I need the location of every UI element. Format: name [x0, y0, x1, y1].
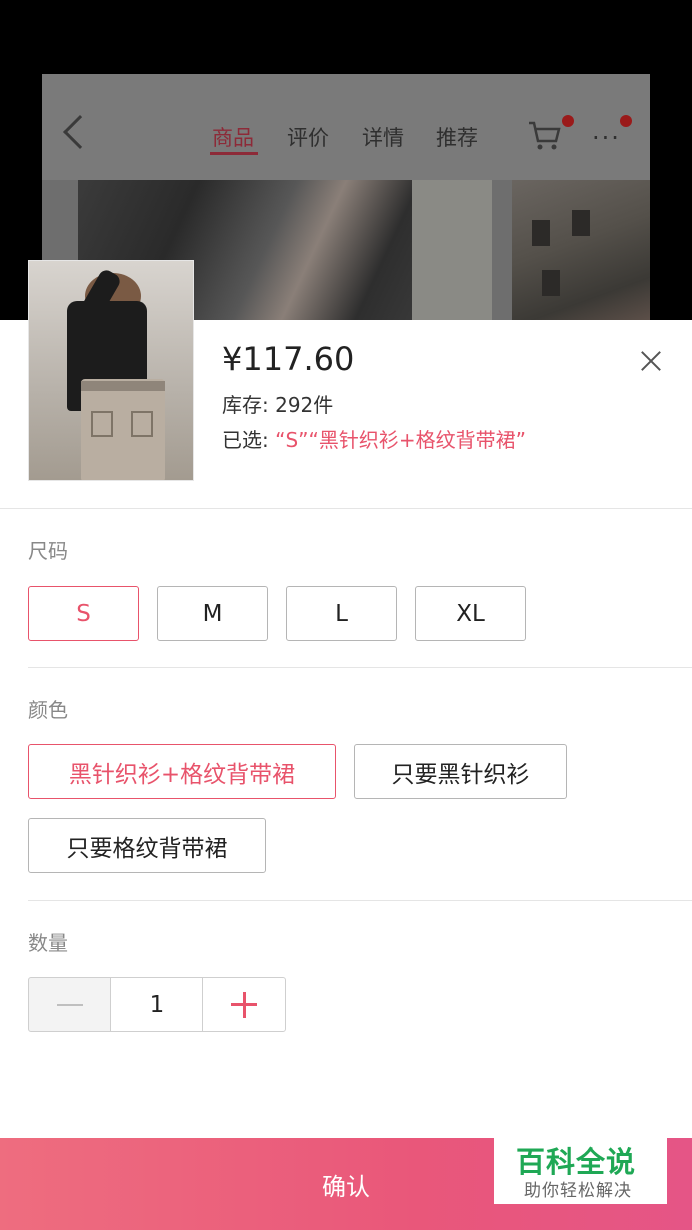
- photo-window: [532, 220, 550, 246]
- color-option-set[interactable]: 黑针织衫+格纹背带裙: [28, 744, 336, 799]
- color-label: 颜色: [28, 698, 68, 722]
- quantity-label: 数量: [28, 931, 68, 955]
- quantity-value[interactable]: 1: [111, 977, 203, 1032]
- close-icon[interactable]: [636, 346, 666, 376]
- photo-window: [542, 270, 560, 296]
- tab-recommend: 推荐: [436, 126, 478, 150]
- header-divider: [0, 508, 692, 509]
- size-option-s[interactable]: S: [28, 586, 139, 641]
- selected-value: “S”“黑针织衫+格纹背带裙”: [275, 428, 527, 452]
- quantity-increment-button[interactable]: [202, 977, 286, 1032]
- tab-goods: 商品: [212, 126, 254, 150]
- tab-reviews: 评价: [287, 126, 329, 150]
- size-option-l[interactable]: L: [286, 586, 397, 641]
- photo-window: [572, 210, 590, 236]
- tab-details: 详情: [362, 126, 404, 150]
- background-product-photo-2: [512, 180, 650, 334]
- color-divider: [28, 900, 692, 901]
- size-label: 尺码: [28, 539, 68, 563]
- cart-icon: [529, 121, 561, 150]
- product-stock: 库存: 292件: [222, 393, 334, 417]
- color-option-sweater-only[interactable]: 只要黑针织衫: [354, 744, 567, 799]
- size-option-m[interactable]: M: [157, 586, 268, 641]
- size-option-xl[interactable]: XL: [415, 586, 526, 641]
- watermark-logo: 百科全说 助你轻松解决: [494, 1136, 667, 1204]
- more-icon: ···: [592, 124, 621, 152]
- selected-summary: 已选: “S”“黑针织衫+格纹背带裙”: [222, 424, 526, 453]
- cart-badge-dot: [562, 115, 574, 127]
- background-photo-wall: [412, 180, 492, 334]
- minus-icon: [56, 1003, 83, 1006]
- selected-prefix: 已选:: [222, 428, 276, 452]
- background-nav-bar: 商品 评价 详情 推荐 ···: [42, 74, 650, 180]
- watermark-title: 百科全说: [516, 1145, 637, 1179]
- product-price: ¥117.60: [222, 340, 355, 378]
- back-icon: [63, 115, 97, 149]
- quantity-decrement-button[interactable]: [28, 977, 111, 1032]
- color-option-skirt-only[interactable]: 只要格纹背带裙: [28, 818, 266, 873]
- tab-active-underline: [210, 152, 258, 155]
- product-thumbnail: [28, 260, 194, 481]
- watermark-subtitle: 助你轻松解决: [524, 1181, 632, 1201]
- more-badge-dot: [620, 115, 632, 127]
- size-divider: [28, 667, 692, 668]
